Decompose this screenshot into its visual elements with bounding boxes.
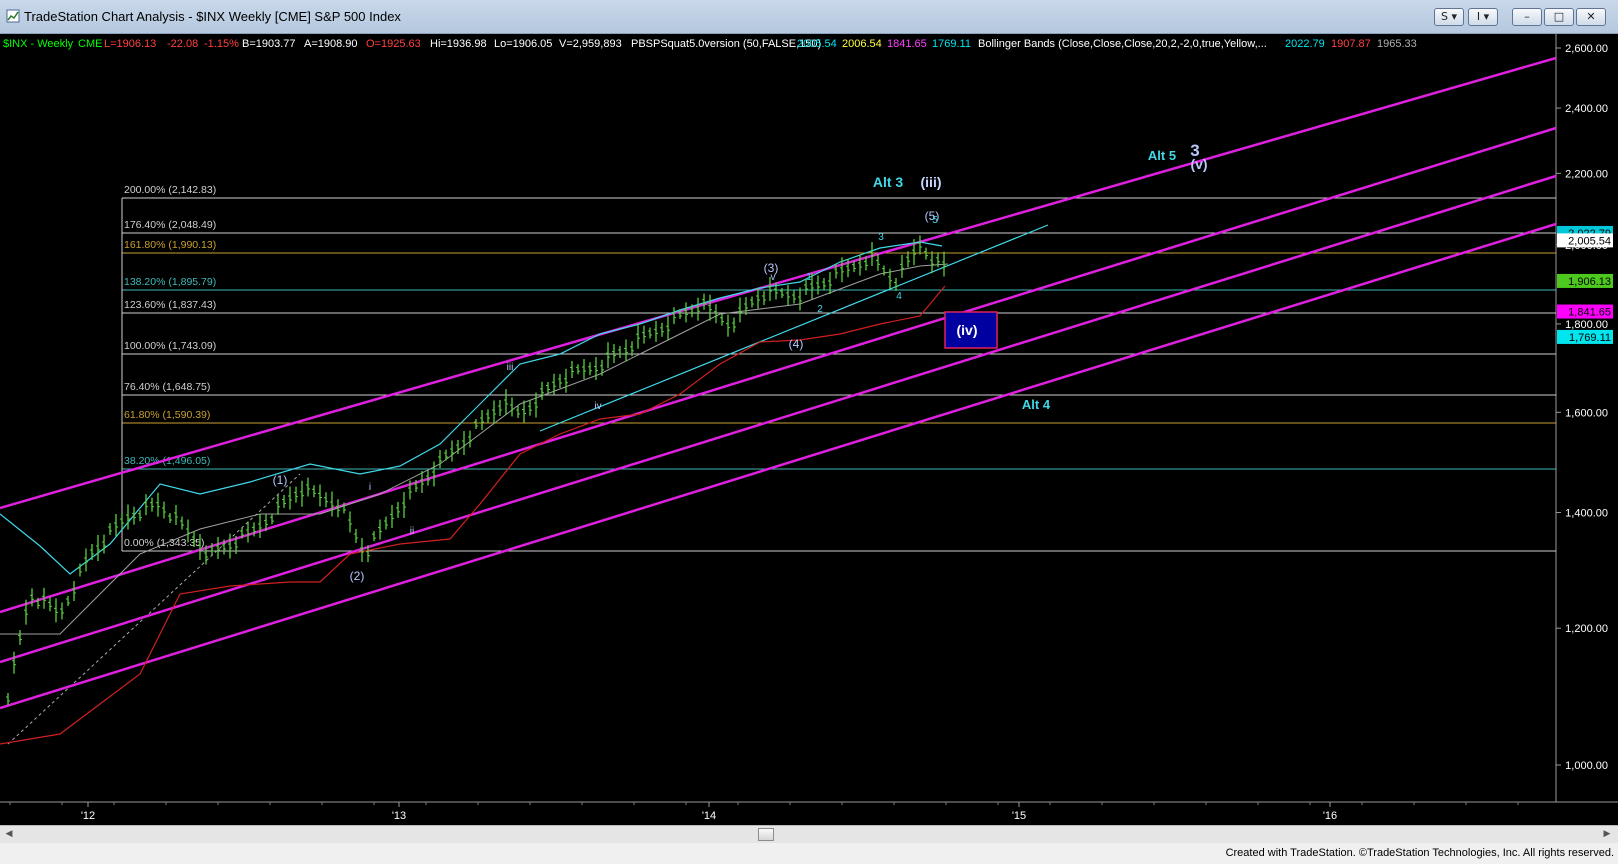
wave-label-iv: iv [594,401,601,412]
chart-header: $INX - Weekly CME L=1906.13 -22.08 -1.15… [3,38,1417,50]
volume: V=2,959,893 [559,38,622,50]
time-axis: '12 '13 '14 '15 '16 [9,802,1519,822]
channel-line [0,222,1557,710]
study2-value-3: 1965.33 [1377,38,1417,50]
wave-label-4: (4) [789,337,804,351]
fib-level-label: 161.80% (1,990.13) [124,239,216,251]
price-marker-label: 1,769.11 [1569,332,1611,344]
low-price: Lo=1906.05 [494,38,552,50]
scroll-right-arrow-icon[interactable]: ▶ [1600,828,1614,841]
wave-label-v: v [771,272,776,283]
subwave-label-3: 3 [878,232,884,243]
channel-line [0,126,1557,614]
scrollbar-thumb[interactable] [758,828,774,841]
bollinger-bands [0,241,949,745]
net-change: -22.08 [167,38,198,50]
wave-label-ii: ii [410,526,414,537]
fib-level-label: 76.40% (1,648.75) [124,381,210,393]
price-marker-label: 1,906.13 [1568,276,1611,288]
price-axis-label: 1,200.00 [1565,623,1608,635]
maximize-button[interactable]: □ [1544,8,1574,26]
price-axis-label: 1,400.00 [1565,508,1608,520]
fib-level-label: 38.20% (1,496.05) [124,455,210,467]
pct-change: -1.15% [204,38,239,50]
study1-value-2: 2006.54 [842,38,882,50]
symbol-link-label: S [1440,10,1448,23]
high-price: Hi=1936.98 [430,38,487,50]
subwave-label-2: 2 [817,304,823,315]
interval-link-button[interactable]: I ▾ [1468,8,1498,26]
symbol-link-button[interactable]: S ▾ [1434,8,1464,26]
time-axis-label: '14 [702,810,716,822]
subwave-label-5: 5 [932,215,938,226]
price-marker-label: 1,841.65 [1568,307,1611,319]
wave-label-1: (1) [273,473,288,487]
tradestation-app-icon [6,9,20,23]
time-scrollbar[interactable]: ◀ ▶ [0,825,1618,843]
fib-level-label: 61.80% (1,590.39) [124,409,210,421]
chart-canvas[interactable]: 200.00% (2,142.83) 176.40% (2,048.49) 161.… [0,34,1618,843]
channel-line [0,174,1557,664]
price-marker-label: 2,005.54 [1568,235,1611,247]
study2-name: Bollinger Bands (Close,Close,Close,20,2,… [978,38,1267,50]
wave-label-big-iv: (iv) [957,322,978,338]
fib-level-label: 200.00% (2,142.83) [124,184,216,196]
last-price: L=1906.13 [104,38,156,50]
study1-value-3: 1841.65 [887,38,927,50]
price-axis-label: 1,000.00 [1565,760,1608,772]
fib-level-label: 123.60% (1,837.43) [124,299,216,311]
time-axis-label: '12 [81,810,95,822]
price-axis-label: 2,600.00 [1565,43,1608,55]
subwave-label-4: 4 [896,291,902,302]
channel-line [0,56,1557,510]
price-axis-label: 2,400.00 [1565,103,1608,115]
open-price: O=1925.63 [366,38,421,50]
window-title: TradeStation Chart Analysis - $INX Weekl… [24,9,401,24]
minimize-button[interactable]: – [1512,8,1542,26]
time-axis-label: '15 [1012,810,1026,822]
alt-3-label: Alt 3 [873,174,904,190]
bid-price: B=1903.77 [242,38,296,50]
alt-5-label: Alt 5 [1148,148,1176,163]
mid-band-line [0,263,949,635]
wave-label-iii: iii [507,362,514,373]
price-axis-label: 1,600.00 [1565,407,1608,419]
fib-level-label: 0.00% (1,343.35) [124,537,205,549]
study2-value-2: 1907.87 [1331,38,1371,50]
time-axis-label: '13 [392,810,406,822]
fib-level-label: 138.20% (1,895.79) [124,276,216,288]
copyright-text: Created with TradeStation. ©TradeStation… [1225,847,1614,859]
fib-level-label: 176.40% (2,048.49) [124,219,216,231]
scroll-left-arrow-icon[interactable]: ◀ [2,828,16,841]
alt-4-label: Alt 4 [1022,397,1051,412]
close-button[interactable]: ✕ [1576,8,1606,26]
symbol-label: $INX - Weekly [3,38,74,50]
price-chart[interactable]: 200.00% (2,142.83)176.40% (2,048.49)161.… [0,34,1618,825]
study1-value-4: 1769.11 [932,38,971,50]
fib-level-label: 100.00% (1,743.09) [124,340,216,352]
price-axis: 2,600.002,400.002,200.002,000.001,800.00… [1556,43,1613,772]
wave-label-2: (2) [350,569,365,583]
study1-name: PBSPSquat5.0version (50,FALSE,150) [631,38,821,50]
price-axis-label: 1,800.00 [1565,319,1608,331]
price-axis-label: 2,200.00 [1565,168,1608,180]
study2-value-1: 2022.79 [1285,38,1325,50]
subwave-label-1: 1 [806,272,812,283]
wave-labels: (1)(2)(3)(4)(5)iiiiiiivv 12345(iii)(iv)(v… [273,141,1208,583]
study1-value-1: 2005.54 [797,38,837,50]
interval-link-label: I [1476,10,1481,23]
time-axis-label: '16 [1323,810,1337,822]
wave-label-i: i [369,482,371,493]
wave-label-big-iii: (iii) [921,174,942,190]
trend-channels[interactable] [0,56,1557,710]
exchange-label: CME [78,38,102,50]
window-titlebar: TradeStation Chart Analysis - $INX Weekl… [0,0,1618,34]
upper-band-line [0,241,943,575]
ask-price: A=1908.90 [304,38,358,50]
wave-label-big-3: 3 [1190,141,1199,160]
footer: Created with TradeStation. ©TradeStation… [0,843,1618,864]
